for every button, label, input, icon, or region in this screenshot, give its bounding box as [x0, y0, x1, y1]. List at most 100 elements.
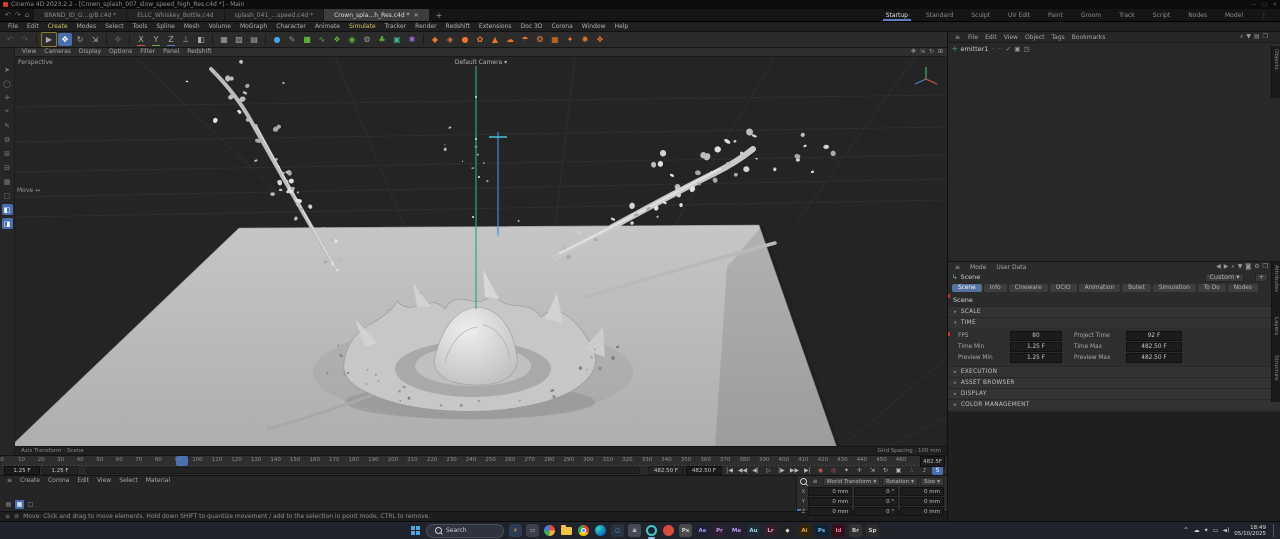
rotate-tool-icon[interactable]: ↻ [73, 33, 87, 46]
tag-icon[interactable]: ▣ [1014, 45, 1020, 53]
forward-icon[interactable]: ▶ [1224, 263, 1229, 271]
material-menu-corona[interactable]: Corona [45, 477, 72, 484]
search-input[interactable]: Search [426, 524, 504, 538]
prev-frame-button[interactable]: ◀| [750, 466, 761, 475]
viewport-3d-scene[interactable] [15, 57, 947, 446]
coord-value-z-2[interactable]: 0 mm [900, 507, 944, 516]
volume-icon[interactable]: ▣ [390, 33, 404, 46]
onedrive-icon[interactable]: ☁ [1194, 527, 1200, 534]
layout-tab-groom[interactable]: Groom [1072, 9, 1110, 21]
visibility-dots-icon[interactable]: ·· [999, 45, 1003, 53]
snap-target-icon[interactable]: ⌖ [2, 106, 13, 117]
hamburger-icon[interactable]: ≡ [952, 264, 963, 271]
menu-edit[interactable]: Edit [23, 23, 43, 30]
sim-cloth-icon[interactable]: ◆ [428, 33, 442, 46]
home-icon[interactable]: ⌂ [25, 11, 29, 19]
menu-simulate[interactable]: Simulate [345, 23, 380, 30]
add-preset-button[interactable]: + [1255, 273, 1268, 282]
undo-icon[interactable]: ↶ [5, 11, 11, 19]
attr-tab-bullet[interactable]: Bullet [1122, 284, 1151, 292]
redo-icon[interactable]: ↷ [15, 11, 21, 19]
volume-icon[interactable]: ◄) [1222, 527, 1229, 534]
pureref-icon[interactable]: Px [679, 524, 692, 537]
material-grid-view-icon[interactable]: ▦ [15, 500, 24, 509]
create-sphere-icon[interactable]: ● [270, 33, 284, 46]
layer-icon[interactable]: ▤ [1254, 33, 1260, 41]
coord-value-x-0[interactable]: 0 mm [808, 487, 852, 496]
menu-character[interactable]: Character [272, 23, 310, 30]
group-scale[interactable]: ▸SCALE [948, 306, 1280, 317]
visibility-dots-icon[interactable]: ·· [992, 45, 996, 53]
bridge-icon[interactable]: Br [849, 524, 862, 537]
menu-corona[interactable]: Corona [547, 23, 576, 30]
lightroom-icon[interactable]: Lr [764, 524, 777, 537]
file-explorer-icon[interactable] [560, 524, 573, 537]
substance-icon[interactable]: Sp [866, 524, 879, 537]
attr-tab-info[interactable]: Info [984, 284, 1007, 292]
record-rotation-icon[interactable]: ↻ [880, 466, 891, 475]
prev-key-button[interactable]: ◀◀ [737, 466, 748, 475]
create-spline-icon[interactable]: ∿ [315, 33, 329, 46]
layout-tab-nodes[interactable]: Nodes [1179, 9, 1216, 21]
generator-gear-icon[interactable]: ⚙ [360, 33, 374, 46]
select-arrow-icon[interactable]: ➤ [2, 64, 13, 75]
tray-chevron-icon[interactable]: ^ [1184, 527, 1189, 534]
sim-smoke-icon[interactable]: ☁ [503, 33, 517, 46]
layout-tab-startup[interactable]: Startup [877, 9, 917, 21]
start-button[interactable] [411, 526, 421, 536]
coord-value-z-1[interactable]: 0 ° [854, 507, 898, 516]
attr-tab-ocio[interactable]: OCIO [1050, 284, 1077, 292]
filter-icon[interactable]: ▼ [1238, 263, 1243, 271]
attr-tab-simulation[interactable]: Simulation [1153, 284, 1196, 292]
undo-icon[interactable]: ↶ [3, 33, 17, 46]
layout-tab-track[interactable]: Track [1110, 9, 1144, 21]
layout-tab-standard[interactable]: Standard [917, 9, 962, 21]
side-tab-attributes[interactable]: Attributes [1271, 262, 1280, 316]
render-view-button[interactable]: ▦ [217, 33, 231, 46]
menu-tools[interactable]: Tools [129, 23, 152, 30]
object-row[interactable]: ✛emitter1····✓▣◳ [948, 43, 1280, 55]
sim-force-icon[interactable]: ✺ [578, 33, 592, 46]
field-time-min[interactable]: 1.25 F [1010, 342, 1062, 352]
material-list-view-icon[interactable]: ▤ [4, 500, 13, 509]
menu-mesh[interactable]: Mesh [180, 23, 204, 30]
om-menu-file[interactable]: File [965, 34, 981, 41]
menu-doc-3d[interactable]: Doc 3D [517, 23, 547, 30]
coord-header-world-transform[interactable]: World Transform▾ [823, 477, 881, 486]
pan-view-icon[interactable]: ✥ [911, 48, 916, 55]
create-cube-icon[interactable]: ■ [300, 33, 314, 46]
attr-tab-scene[interactable]: Scene [952, 284, 982, 292]
spline-knot-icon[interactable]: ✱ [405, 33, 419, 46]
record-position-icon[interactable]: ✛ [854, 466, 865, 475]
hamburger-icon[interactable]: ≡ [952, 34, 963, 41]
record-scale-icon[interactable]: ⇲ [867, 466, 878, 475]
side-tab-layers[interactable]: Layers [1271, 314, 1280, 354]
settings-icon[interactable]: ⚙ [2, 134, 13, 145]
cinema4d-app-icon[interactable] [645, 524, 658, 537]
viewport-menu-options[interactable]: Options [106, 48, 135, 55]
enabled-check-icon[interactable]: ✓ [1006, 45, 1011, 53]
redo-icon[interactable]: ↷ [18, 33, 32, 46]
edge-icon[interactable] [594, 524, 607, 537]
viewport-menu-filter[interactable]: Filter [137, 48, 158, 55]
menu-spline[interactable]: Spline [152, 23, 178, 30]
document-tab-3[interactable]: Crown_spla…h_Res.c4d *✕ [324, 9, 428, 21]
timeline-min-field-0[interactable]: 1.25 F [4, 466, 40, 475]
popout-icon[interactable]: ❐ [1263, 263, 1268, 271]
filter-icon[interactable]: ▼ [1246, 33, 1251, 41]
remove-view-icon[interactable]: ⊟ [2, 162, 13, 173]
object-manager-list[interactable]: ✛emitter1····✓▣◳ [948, 43, 1280, 262]
search-icon[interactable]: ⌕ [1240, 33, 1243, 41]
live-selection-icon[interactable]: ◯ [2, 78, 13, 89]
popout-icon[interactable]: ❐ [1263, 33, 1268, 41]
sim-pyro-icon[interactable]: ▲ [488, 33, 502, 46]
axis-x-lock-icon[interactable]: X [134, 33, 148, 46]
last-tool-icon[interactable]: ✥ [111, 33, 125, 46]
maximize-view-icon[interactable]: ⊞ [938, 48, 943, 55]
hamburger-icon[interactable]: ≡ [5, 513, 10, 520]
om-menu-bookmarks[interactable]: Bookmarks [1069, 34, 1109, 41]
davinci-icon[interactable]: ◆ [781, 524, 794, 537]
maximize-button[interactable]: ▢ [1262, 2, 1267, 8]
material-menu-create[interactable]: Create [17, 477, 43, 484]
layout-tab-sculpt[interactable]: Sculpt [962, 9, 999, 21]
